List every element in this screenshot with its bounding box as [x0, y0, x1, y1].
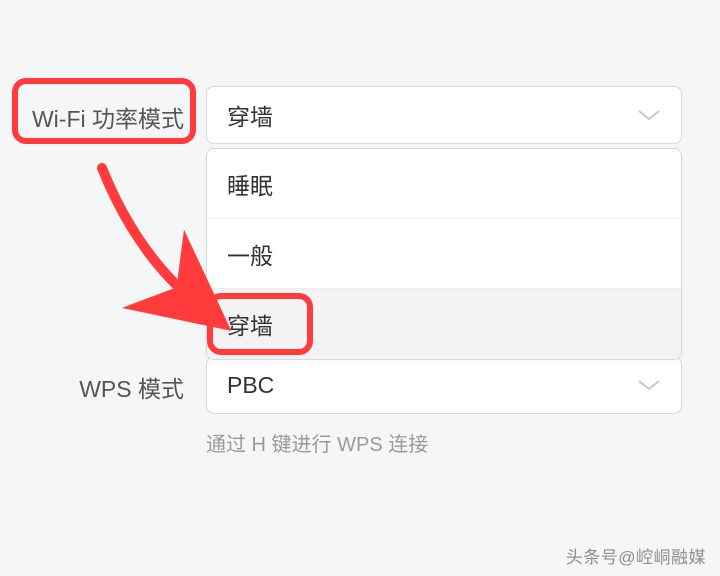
- wifi-power-dropdown: 睡眠 一般 穿墙: [206, 148, 682, 360]
- wifi-power-field: Wi-Fi 功率模式 穿墙 睡眠 一般 穿墙: [0, 86, 720, 144]
- wifi-power-select-box[interactable]: 穿墙: [206, 86, 682, 144]
- wifi-power-select: 穿墙 睡眠 一般 穿墙: [206, 86, 682, 144]
- wps-selected-value: PBC: [227, 372, 274, 399]
- wifi-power-option-wall[interactable]: 穿墙: [207, 289, 681, 359]
- wps-label: WPS 模式: [0, 356, 206, 404]
- wps-select-box[interactable]: PBC: [206, 356, 682, 414]
- wifi-power-option-sleep[interactable]: 睡眠: [207, 149, 681, 219]
- wps-field: WPS 模式 PBC: [0, 356, 720, 414]
- chevron-down-icon: [637, 378, 661, 392]
- wps-select: PBC: [206, 356, 682, 414]
- wifi-power-selected-value: 穿墙: [227, 98, 273, 132]
- watermark-text: 头条号@崆峒融媒: [566, 543, 706, 568]
- settings-form: Wi-Fi 功率模式 穿墙 睡眠 一般 穿墙 WPS 模式 PBC: [0, 0, 720, 457]
- wps-helper-text: 通过 H 键进行 WPS 连接: [206, 428, 720, 457]
- chevron-down-icon: [637, 108, 661, 122]
- wifi-power-label: Wi-Fi 功率模式: [0, 86, 206, 134]
- wifi-power-option-normal[interactable]: 一般: [207, 219, 681, 289]
